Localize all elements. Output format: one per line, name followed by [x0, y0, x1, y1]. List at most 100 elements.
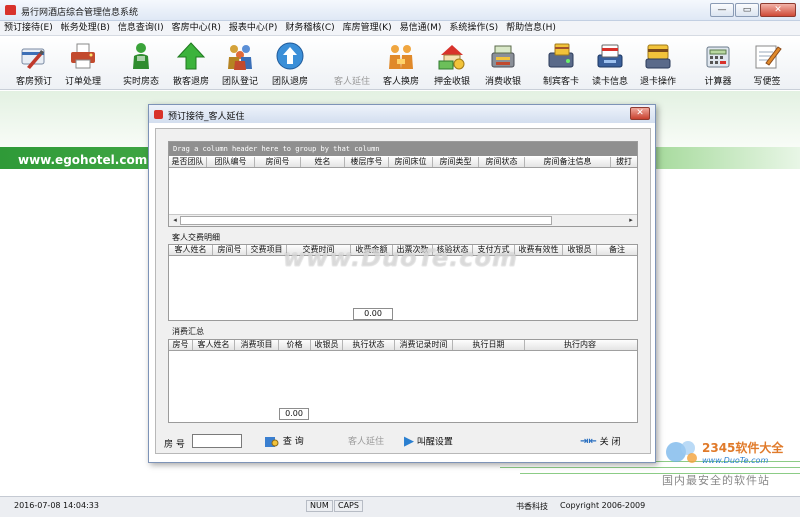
col-room-note[interactable]: 房间备注信息 — [525, 157, 611, 167]
notepad-icon — [752, 41, 782, 71]
col-guest-name[interactable]: 客人姓名 — [169, 245, 213, 255]
col-pay-item[interactable]: 交费项目 — [247, 245, 287, 255]
banner-text: www.egohotel.com 易 — [18, 153, 164, 167]
group-by-hint[interactable]: Drag a column header here to group by th… — [169, 142, 637, 156]
wakeup-setting-button[interactable]: ▶ 叫醒设置 — [404, 434, 453, 450]
room-grid-header: 是否团队 团队编号 房间号 姓名 楼层序号 房间床位 房间类型 房间状态 房间备… — [169, 157, 637, 168]
menu-warehouse[interactable]: 库房管理(K) — [339, 21, 396, 35]
toolbar-room-status-button[interactable]: 实时房态 — [115, 39, 167, 89]
people-swap-icon — [386, 41, 416, 71]
col-room-no[interactable]: 房号 — [169, 340, 193, 350]
col-group-no[interactable]: 团队编号 — [207, 157, 255, 167]
col-is-group[interactable]: 是否团队 — [169, 157, 207, 167]
toolbar-notepad-button[interactable]: 写便签 — [741, 39, 793, 89]
maximize-button[interactable]: ▭ — [735, 3, 759, 17]
col-guest-name[interactable]: 客人姓名 — [193, 340, 235, 350]
col-room-no[interactable]: 房间号 — [213, 245, 247, 255]
query-button[interactable]: 查 询 — [264, 434, 304, 450]
scroll-thumb[interactable] — [180, 216, 552, 225]
minimize-button[interactable]: — — [710, 3, 734, 17]
toolbar-consumption-button[interactable]: 消费收银 — [477, 39, 529, 89]
toolbar-label: 消费收银 — [484, 77, 521, 87]
printer-icon — [68, 41, 98, 71]
toolbar-extend-stay-button[interactable]: 客人延住 — [326, 39, 378, 89]
close-arrows-icon: ⇥⇤ — [580, 436, 597, 447]
dialog-close-button[interactable]: ✕ — [630, 107, 650, 120]
menu-accounts[interactable]: 帐务处理(B) — [57, 21, 114, 35]
watermark-slogan: 国内最安全的软件站 — [662, 474, 770, 487]
toolbar-return-card-button[interactable]: 退卡操作 — [632, 39, 684, 89]
window-titlebar[interactable]: 易行网酒店综合管理信息系统 — ▭ ✕ — [0, 0, 800, 21]
menu-messaging[interactable]: 易信通(M) — [396, 21, 446, 35]
green-up-arrow-icon — [176, 41, 206, 71]
status-copyright: Copyright 2006-2009 — [560, 501, 646, 510]
col-room-type[interactable]: 房间类型 — [433, 157, 479, 167]
toolbar-read-card-button[interactable]: 读卡信息 — [584, 39, 636, 89]
dialog-body: Drag a column header here to group by th… — [155, 128, 651, 454]
col-record-time[interactable]: 消费记录时间 — [395, 340, 453, 350]
toolbar-make-card-button[interactable]: 制宾客卡 — [535, 39, 587, 89]
dialog-close-action-button[interactable]: ⇥⇤ 关 闭 — [580, 434, 621, 450]
dialog-app-icon — [154, 110, 163, 119]
toolbar-label: 团队登记 — [221, 77, 258, 87]
toolbar-calculator-button[interactable]: 计算器 — [692, 39, 744, 89]
consumption-total: 0.00 — [279, 408, 309, 420]
col-room-no[interactable]: 房间号 — [255, 157, 301, 167]
toolbar-checkout-button[interactable]: 散客退房 — [165, 39, 217, 89]
col-cashier[interactable]: 收银员 — [311, 340, 343, 350]
col-price[interactable]: 价格 — [279, 340, 311, 350]
card-maker-icon — [546, 41, 576, 71]
payment-total: 0.00 — [353, 308, 393, 320]
menu-reservation[interactable]: 预订接待(E) — [0, 21, 57, 35]
menu-bar: 预订接待(E) 帐务处理(B) 信息查询(I) 客房中心(R) 报表中心(P) … — [0, 21, 800, 36]
col-exec-date[interactable]: 执行日期 — [453, 340, 525, 350]
query-icon — [265, 436, 279, 447]
toolbar-label: 读卡信息 — [591, 77, 628, 87]
menu-audit[interactable]: 财务稽核(C) — [281, 21, 338, 35]
col-bed[interactable]: 房间床位 — [389, 157, 433, 167]
toolbar-deposit-button[interactable]: 押金收银 — [426, 39, 478, 89]
close-label: 关 闭 — [599, 437, 621, 448]
room-grid-hscroll[interactable]: ◂ ▸ — [169, 214, 637, 226]
status-caps-lock: CAPS — [334, 500, 363, 512]
main-toolbar: 客房预订 订单处理 实时房态 散客退房 团队登记 团队退房 客人延住 客人换房 … — [0, 37, 800, 90]
watermark-brand-name: 2345软件大全 — [702, 441, 784, 455]
col-exec-state[interactable]: 执行状态 — [343, 340, 395, 350]
col-exec-content[interactable]: 执行内容 — [525, 340, 635, 350]
blue-up-arrow-icon — [275, 41, 305, 71]
consumption-grid: 房号 客人姓名 消费项目 价格 收银员 执行状态 消费记录时间 执行日期 执行内… — [168, 339, 638, 423]
menu-help[interactable]: 帮助信息(H) — [502, 21, 560, 35]
watermark-center: www.DuoTe.com — [283, 244, 518, 272]
group-people-icon — [225, 41, 255, 71]
close-window-button[interactable]: ✕ — [760, 3, 796, 17]
menu-reports[interactable]: 报表中心(P) — [225, 21, 281, 35]
col-room-state[interactable]: 房间状态 — [479, 157, 525, 167]
col-floor-seq[interactable]: 楼层序号 — [345, 157, 389, 167]
scroll-left-icon[interactable]: ◂ — [170, 216, 180, 225]
room-no-input[interactable] — [192, 434, 242, 448]
col-consume-item[interactable]: 消费项目 — [235, 340, 279, 350]
menu-query[interactable]: 信息查询(I) — [114, 21, 168, 35]
col-validity[interactable]: 收费有效性 — [515, 245, 563, 255]
menu-housekeeping[interactable]: 客房中心(R) — [168, 21, 225, 35]
toolbar-group-register-button[interactable]: 团队登记 — [214, 39, 266, 89]
extend-stay-button[interactable]: 客人延住 — [348, 434, 384, 450]
app-logo-icon — [5, 5, 16, 15]
toolbar-order-button[interactable]: 订单处理 — [57, 39, 109, 89]
col-dial[interactable]: 拔打 — [611, 157, 637, 167]
toolbar-room-change-button[interactable]: 客人换房 — [375, 39, 427, 89]
card-sign-icon — [19, 41, 49, 71]
dialog-titlebar[interactable]: 预订接待_客人延住 ✕ — [149, 105, 655, 123]
extend-stay-dialog: 预订接待_客人延住 ✕ Drag a column header here to… — [148, 104, 656, 463]
toolbar-group-checkout-button[interactable]: 团队退房 — [264, 39, 316, 89]
card-return-icon — [643, 41, 673, 71]
menu-system[interactable]: 系统操作(S) — [445, 21, 502, 35]
scroll-right-icon[interactable]: ▸ — [626, 216, 636, 225]
col-remark[interactable]: 备注 — [597, 245, 637, 255]
col-cashier[interactable]: 收银员 — [563, 245, 597, 255]
toolbar-room-booking-button[interactable]: 客房预订 — [8, 39, 60, 89]
person-green-icon — [126, 41, 156, 71]
col-name[interactable]: 姓名 — [301, 157, 345, 167]
window-title: 易行网酒店综合管理信息系统 — [21, 8, 139, 18]
watermark-url: www.DuoTe.com — [702, 456, 769, 465]
